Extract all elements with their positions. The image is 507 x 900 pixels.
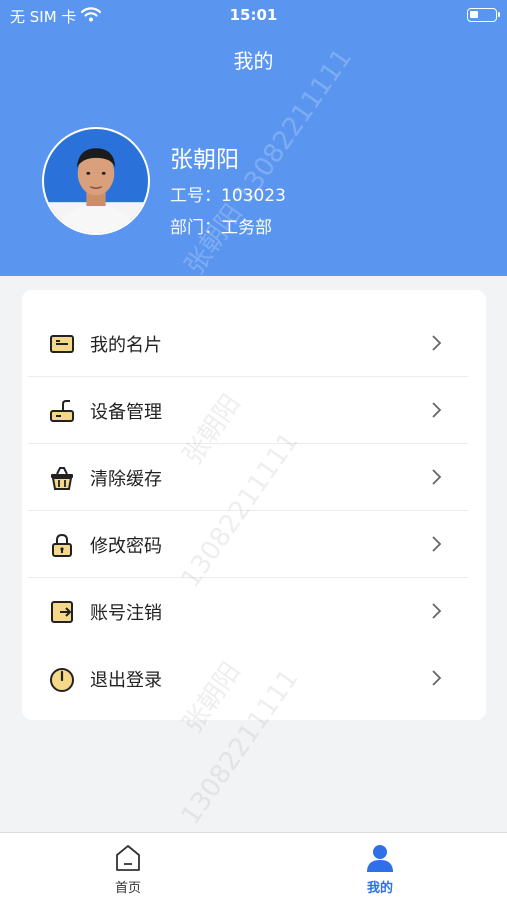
menu-item-deactivate-account[interactable]: 账号注销 bbox=[22, 578, 486, 645]
employee-id: 工号：103023 bbox=[170, 181, 286, 206]
status-bar: 无 SIM 卡 15:01 bbox=[0, 0, 507, 30]
tab-label: 我的 bbox=[366, 881, 393, 896]
logout-box-icon bbox=[48, 598, 76, 626]
menu-item-clear-cache[interactable]: 清除缓存 bbox=[22, 444, 486, 511]
tab-bar: 首页 我的 bbox=[0, 832, 507, 900]
profile-header: 无 SIM 卡 15:01 我的 张朝阳 工号：103023 部门：工务部 张朝… bbox=[0, 0, 507, 280]
tab-mine[interactable]: 我的 bbox=[320, 833, 440, 900]
menu-label: 账号注销 bbox=[90, 603, 162, 624]
menu-item-change-password[interactable]: 修改密码 bbox=[22, 511, 486, 578]
id-card-icon bbox=[48, 330, 76, 358]
page-title: 我的 bbox=[233, 49, 274, 73]
department-label: 部门： bbox=[170, 218, 221, 238]
tab-home[interactable]: 首页 bbox=[68, 833, 188, 900]
chevron-right-icon bbox=[426, 399, 446, 421]
menu-label: 修改密码 bbox=[90, 536, 162, 557]
watermark-name: 张朝阳 bbox=[179, 199, 249, 281]
chevron-right-icon bbox=[426, 533, 446, 555]
chevron-right-icon bbox=[426, 667, 446, 689]
department-value: 工务部 bbox=[221, 218, 272, 238]
user-icon bbox=[364, 843, 396, 873]
tab-label: 首页 bbox=[114, 881, 141, 896]
router-icon bbox=[48, 397, 76, 425]
lock-icon bbox=[48, 531, 76, 559]
avatar[interactable] bbox=[42, 127, 150, 235]
user-name: 张朝阳 bbox=[170, 147, 239, 173]
employee-id-label: 工号： bbox=[170, 186, 221, 206]
settings-menu: 我的名片 设备管理 清除缓存 修改密码 账号注销 退出登录 bbox=[22, 290, 486, 720]
battery-icon bbox=[467, 8, 500, 22]
employee-id-value: 103023 bbox=[221, 186, 286, 206]
chevron-right-icon bbox=[426, 600, 446, 622]
home-icon bbox=[112, 843, 144, 873]
menu-label: 清除缓存 bbox=[90, 469, 162, 490]
chevron-right-icon bbox=[426, 466, 446, 488]
menu-item-sign-out[interactable]: 退出登录 bbox=[22, 645, 486, 712]
chevron-right-icon bbox=[426, 332, 446, 354]
basket-icon bbox=[48, 464, 76, 492]
menu-item-business-card[interactable]: 我的名片 bbox=[22, 310, 486, 377]
power-icon bbox=[48, 665, 76, 693]
menu-label: 设备管理 bbox=[90, 402, 162, 423]
department: 部门：工务部 bbox=[170, 213, 272, 238]
status-time: 15:01 bbox=[229, 6, 278, 24]
menu-label: 我的名片 bbox=[90, 335, 162, 356]
menu-item-device-management[interactable]: 设备管理 bbox=[22, 377, 486, 444]
menu-label: 退出登录 bbox=[90, 670, 162, 691]
